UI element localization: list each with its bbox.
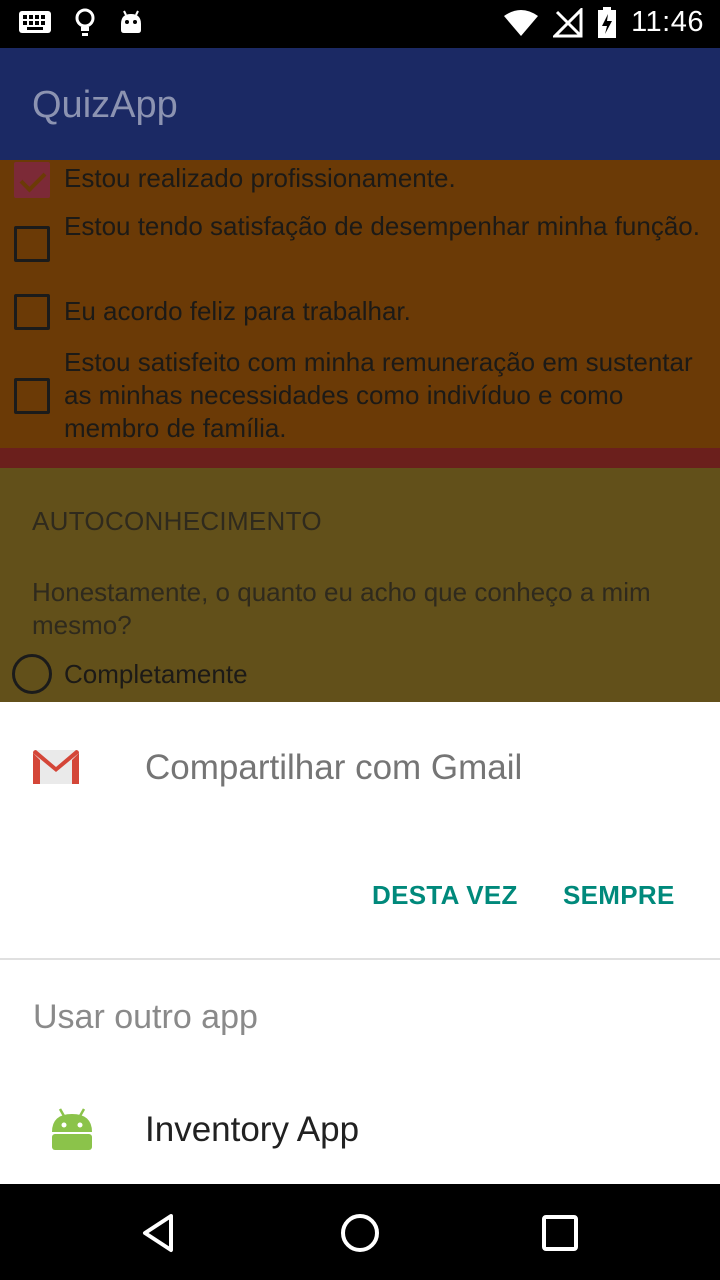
- gmail-option[interactable]: Compartilhar com Gmail: [0, 702, 720, 832]
- checkbox-label: Eu acordo feliz para trabalhar.: [64, 296, 411, 326]
- section-divider: [0, 448, 720, 468]
- checkbox-label: Estou tendo satisfação de desempenhar mi…: [64, 211, 700, 241]
- share-sheet: Compartilhar com Gmail DESTA VEZ SEMPRE …: [0, 702, 720, 1184]
- sheet-divider: [0, 958, 720, 960]
- other-app-header: Usar outro app: [33, 998, 258, 1036]
- status-time: 11:46: [631, 6, 704, 38]
- app-bar: QuizApp: [0, 48, 720, 160]
- just-once-button[interactable]: DESTA VEZ: [372, 880, 518, 911]
- home-icon[interactable]: [335, 1208, 385, 1258]
- app-option-label: Inventory App: [145, 1110, 360, 1149]
- status-bar: 11:46: [0, 0, 720, 48]
- radio-option[interactable]: Completamente: [12, 654, 248, 694]
- checkbox[interactable]: [14, 294, 50, 330]
- checkbox-row[interactable]: Estou satisfeito com minha remuneração e…: [14, 347, 693, 443]
- radio-button[interactable]: [12, 654, 52, 694]
- checkbox[interactable]: [14, 226, 50, 262]
- checkbox-label: Estou satisfeito com minha remuneração e…: [64, 347, 693, 443]
- gmail-share-label: Compartilhar com Gmail: [145, 748, 523, 787]
- radio-label: Completamente: [64, 658, 248, 689]
- app-option-inventory[interactable]: Inventory App: [0, 1090, 720, 1184]
- navigation-bar: [0, 1184, 720, 1280]
- checkbox-checked[interactable]: [14, 162, 50, 198]
- checkbox-label: Estou realizado profissionamente.: [64, 163, 456, 193]
- section-title: AUTOCONHECIMENTO: [32, 506, 322, 536]
- android-icon: [52, 1108, 92, 1150]
- app-title: QuizApp: [32, 84, 178, 126]
- recents-icon[interactable]: [535, 1208, 585, 1258]
- checkbox[interactable]: [14, 378, 50, 414]
- no-signal-icon: [553, 7, 583, 37]
- checkbox-row[interactable]: Estou realizado profissionamente.: [14, 162, 456, 198]
- bulb-icon: [75, 8, 95, 36]
- quiz-content: Estou realizado profissionamente. Estou …: [0, 160, 720, 702]
- checkbox-row[interactable]: Eu acordo feliz para trabalhar.: [14, 294, 411, 330]
- question-text: Honestamente, o quanto eu acho que conhe…: [32, 577, 651, 640]
- checkbox-row[interactable]: Estou tendo satisfação de desempenhar mi…: [14, 211, 700, 262]
- gmail-icon: [33, 750, 79, 784]
- back-icon[interactable]: [135, 1208, 185, 1258]
- battery-charging-icon: [598, 6, 617, 38]
- wifi-icon: [504, 9, 539, 36]
- section-self-knowledge: AUTOCONHECIMENTO Honestamente, o quanto …: [0, 468, 720, 702]
- section-work-satisfaction: Estou realizado profissionamente. Estou …: [0, 160, 720, 448]
- keyboard-icon: [19, 11, 51, 33]
- always-button[interactable]: SEMPRE: [563, 880, 675, 911]
- android-debug-icon: [121, 10, 141, 33]
